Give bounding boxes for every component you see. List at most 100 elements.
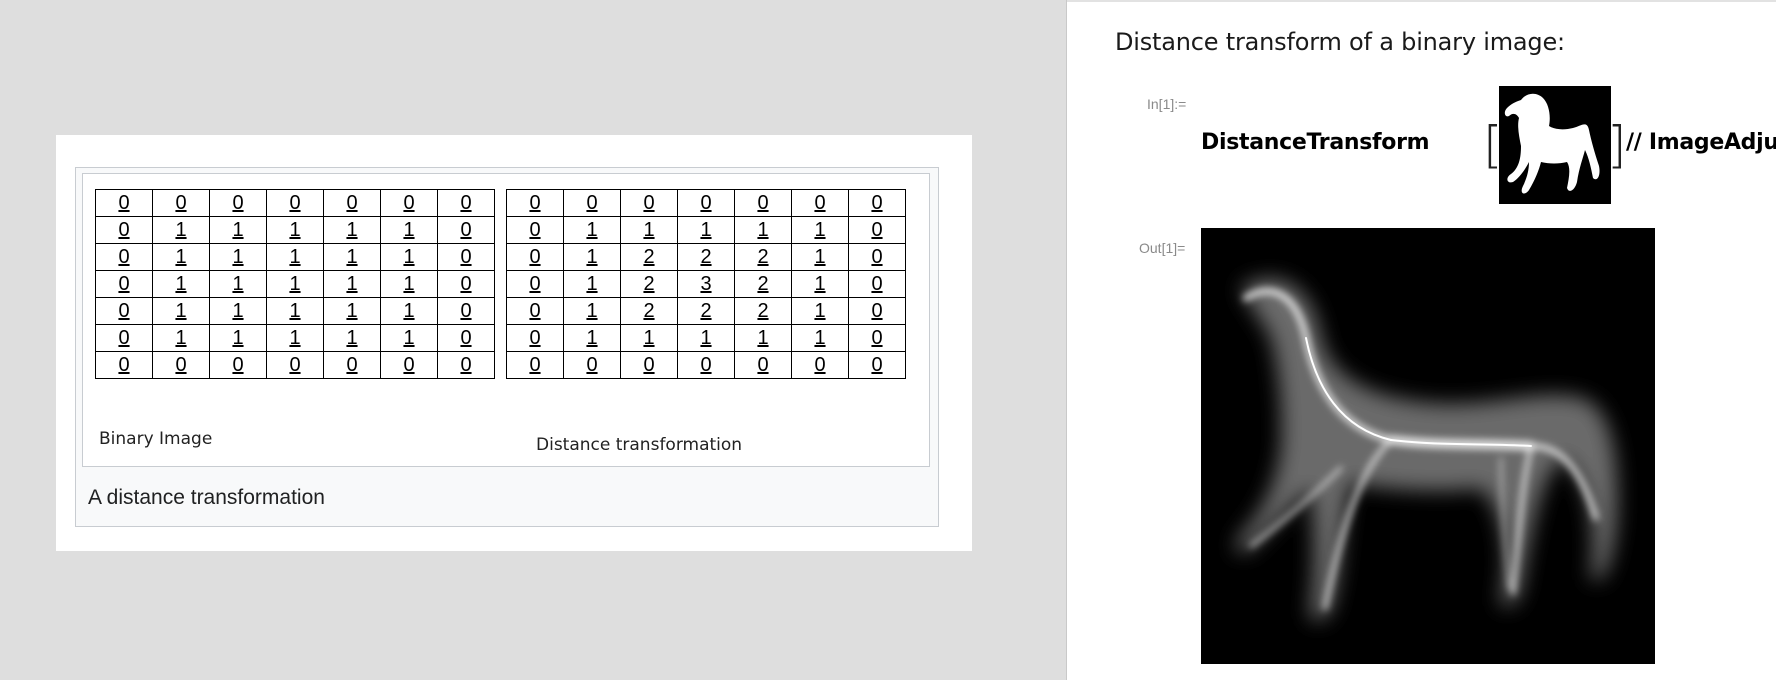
grid-cell[interactable]: 1	[152, 243, 210, 271]
grid-cell[interactable]: 1	[380, 216, 438, 244]
grid-cell[interactable]: 1	[152, 270, 210, 298]
grid-cell[interactable]: 0	[95, 270, 153, 298]
grid-cell[interactable]: 1	[791, 216, 849, 244]
grid-cell[interactable]: 0	[152, 189, 210, 217]
grid-cell[interactable]: 0	[506, 243, 564, 271]
grid-cell[interactable]: 1	[266, 243, 324, 271]
grid-cell[interactable]: 2	[620, 270, 678, 298]
grid-cell[interactable]: 0	[266, 351, 324, 379]
grid-cell[interactable]: 3	[677, 270, 735, 298]
function-name[interactable]: DistanceTransform	[1201, 130, 1430, 155]
grid-cell[interactable]: 0	[323, 189, 381, 217]
grid-cell[interactable]: 1	[209, 324, 267, 352]
grid-cell[interactable]: 0	[734, 351, 792, 379]
grid-cell[interactable]: 0	[791, 351, 849, 379]
grid-cell[interactable]: 1	[677, 216, 735, 244]
grid-cell[interactable]: 1	[209, 270, 267, 298]
grid-cell[interactable]: 1	[791, 270, 849, 298]
grid-cell[interactable]: 1	[266, 216, 324, 244]
grid-cell[interactable]: 0	[380, 351, 438, 379]
grid-cell[interactable]: 0	[437, 297, 495, 325]
grid-cell[interactable]: 0	[95, 189, 153, 217]
grid-cell[interactable]: 1	[563, 270, 621, 298]
grid-cell[interactable]: 1	[266, 270, 324, 298]
grid-cell[interactable]: 1	[791, 324, 849, 352]
grid-cell[interactable]: 2	[734, 297, 792, 325]
grid-cell[interactable]: 2	[734, 270, 792, 298]
grid-cell[interactable]: 1	[380, 270, 438, 298]
grid-cell[interactable]: 0	[380, 189, 438, 217]
grid-cell[interactable]: 2	[620, 297, 678, 325]
grid-cell[interactable]: 0	[848, 351, 906, 379]
grid-cell[interactable]: 0	[152, 351, 210, 379]
grid-cell[interactable]: 0	[848, 297, 906, 325]
grid-cell[interactable]: 0	[95, 351, 153, 379]
grid-cell[interactable]: 0	[506, 324, 564, 352]
grid-cell[interactable]: 0	[437, 243, 495, 271]
grid-cell[interactable]: 0	[95, 297, 153, 325]
grid-cell[interactable]: 1	[152, 297, 210, 325]
grid-cell[interactable]: 0	[791, 189, 849, 217]
grid-cell[interactable]: 0	[95, 243, 153, 271]
postfix-function[interactable]: // ImageAdjust	[1626, 130, 1776, 155]
grid-cell[interactable]: 1	[791, 243, 849, 271]
grid-cell[interactable]: 0	[848, 189, 906, 217]
horse-binary-image[interactable]	[1499, 86, 1611, 204]
grid-cell[interactable]: 0	[95, 324, 153, 352]
grid-cell[interactable]: 0	[506, 270, 564, 298]
grid-cell[interactable]: 0	[563, 351, 621, 379]
grid-cell[interactable]: 0	[848, 243, 906, 271]
grid-cell[interactable]: 0	[506, 351, 564, 379]
grid-cell[interactable]: 1	[323, 270, 381, 298]
grid-cell[interactable]: 1	[734, 324, 792, 352]
notebook-text-cell[interactable]: Distance transform of a binary image:	[1115, 28, 1565, 56]
grid-cell[interactable]: 1	[563, 324, 621, 352]
grid-cell[interactable]: 0	[437, 216, 495, 244]
grid-cell[interactable]: 1	[209, 216, 267, 244]
grid-cell[interactable]: 0	[323, 351, 381, 379]
grid-cell[interactable]: 0	[437, 351, 495, 379]
grid-cell[interactable]: 0	[563, 189, 621, 217]
grid-cell[interactable]: 1	[677, 324, 735, 352]
grid-cell[interactable]: 2	[677, 297, 735, 325]
grid-cell[interactable]: 1	[380, 324, 438, 352]
grid-cell[interactable]: 1	[563, 243, 621, 271]
grid-cell[interactable]: 0	[620, 351, 678, 379]
grid-cell[interactable]: 1	[209, 297, 267, 325]
grid-cell[interactable]: 0	[677, 351, 735, 379]
grid-cell[interactable]: 1	[620, 324, 678, 352]
grid-cell[interactable]: 0	[209, 189, 267, 217]
grid-cell[interactable]: 0	[848, 324, 906, 352]
grid-cell[interactable]: 1	[323, 324, 381, 352]
grid-cell[interactable]: 1	[380, 243, 438, 271]
grid-cell[interactable]: 0	[266, 189, 324, 217]
grid-cell[interactable]: 1	[734, 216, 792, 244]
grid-cell[interactable]: 0	[848, 216, 906, 244]
grid-cell[interactable]: 1	[323, 297, 381, 325]
grid-cell[interactable]: 0	[506, 297, 564, 325]
grid-cell[interactable]: 0	[437, 270, 495, 298]
grid-cell[interactable]: 1	[563, 297, 621, 325]
grid-cell[interactable]: 2	[620, 243, 678, 271]
grid-cell[interactable]: 0	[734, 189, 792, 217]
grid-cell[interactable]: 0	[437, 189, 495, 217]
distance-transform-output-image[interactable]	[1201, 228, 1655, 664]
grid-cell[interactable]: 2	[677, 243, 735, 271]
grid-cell[interactable]: 1	[323, 216, 381, 244]
grid-cell[interactable]: 2	[734, 243, 792, 271]
grid-cell[interactable]: 0	[677, 189, 735, 217]
grid-cell[interactable]: 1	[791, 297, 849, 325]
grid-cell[interactable]: 0	[506, 189, 564, 217]
grid-cell[interactable]: 1	[152, 324, 210, 352]
grid-cell[interactable]: 1	[563, 216, 621, 244]
grid-cell[interactable]: 1	[152, 216, 210, 244]
grid-cell[interactable]: 0	[209, 351, 267, 379]
grid-cell[interactable]: 1	[209, 243, 267, 271]
grid-cell[interactable]: 1	[266, 324, 324, 352]
grid-cell[interactable]: 0	[437, 324, 495, 352]
grid-cell[interactable]: 0	[620, 189, 678, 217]
grid-cell[interactable]: 1	[620, 216, 678, 244]
grid-cell[interactable]: 0	[95, 216, 153, 244]
grid-cell[interactable]: 1	[266, 297, 324, 325]
grid-cell[interactable]: 1	[380, 297, 438, 325]
